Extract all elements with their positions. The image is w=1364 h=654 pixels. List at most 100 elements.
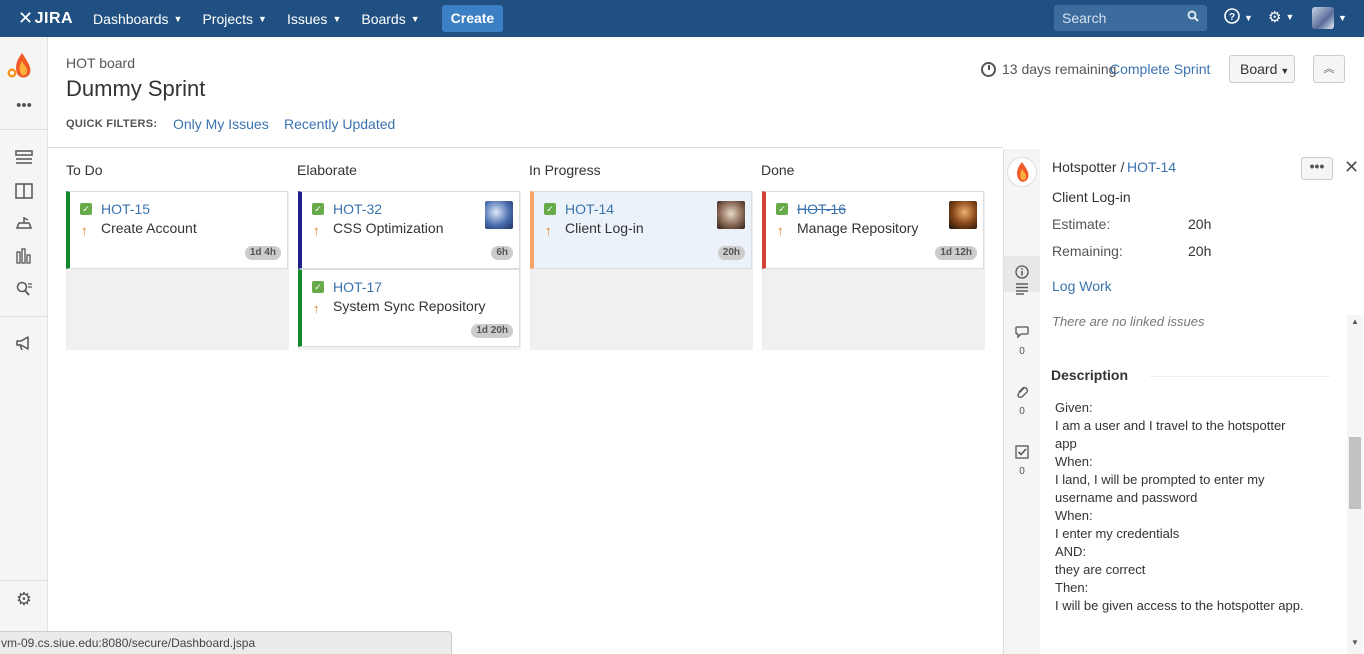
chevron-down-icon: ▼ xyxy=(1285,12,1295,22)
issue-summary: System Sync Repository xyxy=(333,298,486,314)
search-input[interactable]: Search xyxy=(1054,5,1207,31)
chevron-down-icon: ▼ xyxy=(410,13,420,24)
estimate-badge: 20h xyxy=(717,246,745,260)
quick-filter-only-my-issues[interactable]: Only My Issues xyxy=(173,116,269,132)
description-body[interactable]: Given: I am a user and I travel to the h… xyxy=(1055,399,1315,615)
jira-logo[interactable]: ✕ JIRA xyxy=(18,8,73,29)
estimate-badge: 1d 20h xyxy=(471,324,513,338)
description-line: I am a user and I travel to the hotspott… xyxy=(1055,418,1286,433)
releases-icon[interactable] xyxy=(13,215,35,235)
search-icon xyxy=(1187,5,1199,31)
column-header-in-progress: In Progress xyxy=(529,162,601,178)
comments-count: 0 xyxy=(1019,346,1025,357)
project-avatar[interactable] xyxy=(6,49,38,83)
issue-key[interactable]: HOT-14 xyxy=(565,201,614,217)
close-icon[interactable]: ✕ xyxy=(1344,157,1359,178)
scroll-up-icon[interactable]: ▲ xyxy=(1351,317,1359,326)
chevron-up-icon: ︽ xyxy=(1323,63,1335,75)
issue-card[interactable]: ✓ ↑ HOT-32 CSS Optimization 6h xyxy=(298,191,520,269)
user-menu[interactable]: ▼ xyxy=(1312,7,1347,29)
jira-logo-icon: ✕ xyxy=(18,8,34,28)
description-line: Then: xyxy=(1055,580,1089,595)
scrollbar-thumb[interactable] xyxy=(1349,437,1361,509)
quick-filters-label: QUICK FILTERS: xyxy=(66,118,158,130)
quick-filter-recently-updated[interactable]: Recently Updated xyxy=(284,116,395,132)
tab-comments[interactable]: 0 xyxy=(1004,326,1040,357)
chevron-down-icon: ▼ xyxy=(332,13,342,24)
issue-key[interactable]: HOT-16 xyxy=(797,201,846,217)
top-header: ✕ JIRA Dashboards ▼ Projects ▼ Issues ▼ Boa… xyxy=(0,0,1364,37)
board-name: HOT board xyxy=(66,55,135,71)
description-line: I will be given access to the hotspotter… xyxy=(1055,598,1304,613)
task-icon: ✓ xyxy=(80,203,92,215)
detail-project[interactable]: Hotspotter / xyxy=(1052,159,1124,175)
board-button[interactable]: Board ▼ xyxy=(1229,55,1295,83)
backlog-icon[interactable] xyxy=(13,150,35,170)
more-icon: ••• xyxy=(1309,158,1325,174)
description-line: When: xyxy=(1055,508,1093,523)
detail-summary[interactable]: Client Log-in xyxy=(1052,189,1131,205)
tab-description[interactable] xyxy=(1004,282,1040,298)
issue-summary: Client Log-in xyxy=(565,220,644,236)
scroll-down-icon[interactable]: ▼ xyxy=(1351,638,1359,647)
description-line: When: xyxy=(1055,454,1093,469)
issue-detail-panel: 0 0 0 Hotspotter / HOT-14 ••• ✕ Client L… xyxy=(1003,149,1364,654)
tab-subtasks[interactable]: 0 xyxy=(1004,445,1040,477)
issues-search-icon[interactable] xyxy=(13,281,35,301)
divider xyxy=(0,129,48,130)
settings-menu[interactable]: ⚙ ▼ xyxy=(1268,8,1294,26)
reports-icon[interactable] xyxy=(13,248,35,268)
create-button[interactable]: Create xyxy=(441,5,504,32)
project-avatar xyxy=(1007,157,1037,187)
active-sprints-icon[interactable] xyxy=(13,183,35,203)
issue-key[interactable]: HOT-32 xyxy=(333,201,382,217)
task-icon: ✓ xyxy=(312,203,324,215)
issue-card[interactable]: ✓ ↑ HOT-15 Create Account 1d 4h xyxy=(66,191,288,269)
column-header-elaborate: Elaborate xyxy=(297,162,357,178)
description-line: app xyxy=(1055,436,1077,451)
column-header-todo: To Do xyxy=(66,162,103,178)
description-line: I enter my credentials xyxy=(1055,526,1180,541)
estimate-value: 20h xyxy=(1188,216,1212,232)
issue-card[interactable]: ✓ ↑ HOT-14 Client Log-in 20h xyxy=(530,191,752,269)
remaining-label: Remaining: xyxy=(1052,243,1123,259)
issue-key[interactable]: HOT-17 xyxy=(333,279,382,295)
checkbox-icon xyxy=(1015,445,1029,462)
chevron-down-icon: ▼ xyxy=(1338,13,1347,23)
issue-key[interactable]: HOT-15 xyxy=(101,201,150,217)
subtasks-count: 0 xyxy=(1019,466,1025,477)
issue-summary: CSS Optimization xyxy=(333,220,444,236)
complete-sprint-link[interactable]: Complete Sprint xyxy=(1110,61,1210,77)
chevron-down-icon: ▼ xyxy=(258,13,267,24)
remaining-value: 20h xyxy=(1188,243,1212,259)
linked-issues-empty: There are no linked issues xyxy=(1052,314,1205,329)
page-title: Dummy Sprint xyxy=(66,76,206,101)
chevron-down-icon: ▼ xyxy=(1280,66,1290,76)
comment-icon xyxy=(1015,326,1029,342)
estimate-badge: 1d 4h xyxy=(244,246,281,260)
status-bar-url: vm-09.cs.siue.edu:8080/secure/Dashboard.… xyxy=(0,631,452,654)
description-line: Given: xyxy=(1055,400,1093,415)
svg-text:?: ? xyxy=(1229,12,1235,23)
detail-issue-key[interactable]: HOT-14 xyxy=(1127,159,1176,175)
help-menu[interactable]: ? ▼ xyxy=(1224,8,1253,28)
collapse-header-button[interactable]: ︽ xyxy=(1313,55,1345,83)
priority-up-icon: ↑ xyxy=(313,301,320,316)
issue-card[interactable]: ✓ ↑ HOT-17 System Sync Repository 1d 20h xyxy=(298,269,520,347)
priority-up-icon: ↑ xyxy=(81,223,88,238)
attachments-count: 0 xyxy=(1019,406,1025,417)
avatar xyxy=(949,201,977,229)
megaphone-icon[interactable] xyxy=(13,335,35,355)
gear-icon[interactable]: ⚙ xyxy=(13,589,35,609)
more-icon[interactable]: ••• xyxy=(13,97,35,117)
nav-dashboards[interactable]: Dashboards ▼ xyxy=(93,11,182,27)
nav-boards[interactable]: Boards ▼ xyxy=(361,11,419,27)
more-actions-button[interactable]: ••• xyxy=(1301,157,1333,180)
task-icon: ✓ xyxy=(776,203,788,215)
issue-card[interactable]: ✓ ↑ HOT-16 Manage Repository 1d 12h xyxy=(762,191,984,269)
avatar xyxy=(717,201,745,229)
nav-issues[interactable]: Issues ▼ xyxy=(287,11,341,27)
log-work-link[interactable]: Log Work xyxy=(1052,278,1112,294)
tab-attachments[interactable]: 0 xyxy=(1004,385,1040,417)
nav-projects[interactable]: Projects ▼ xyxy=(202,11,267,27)
